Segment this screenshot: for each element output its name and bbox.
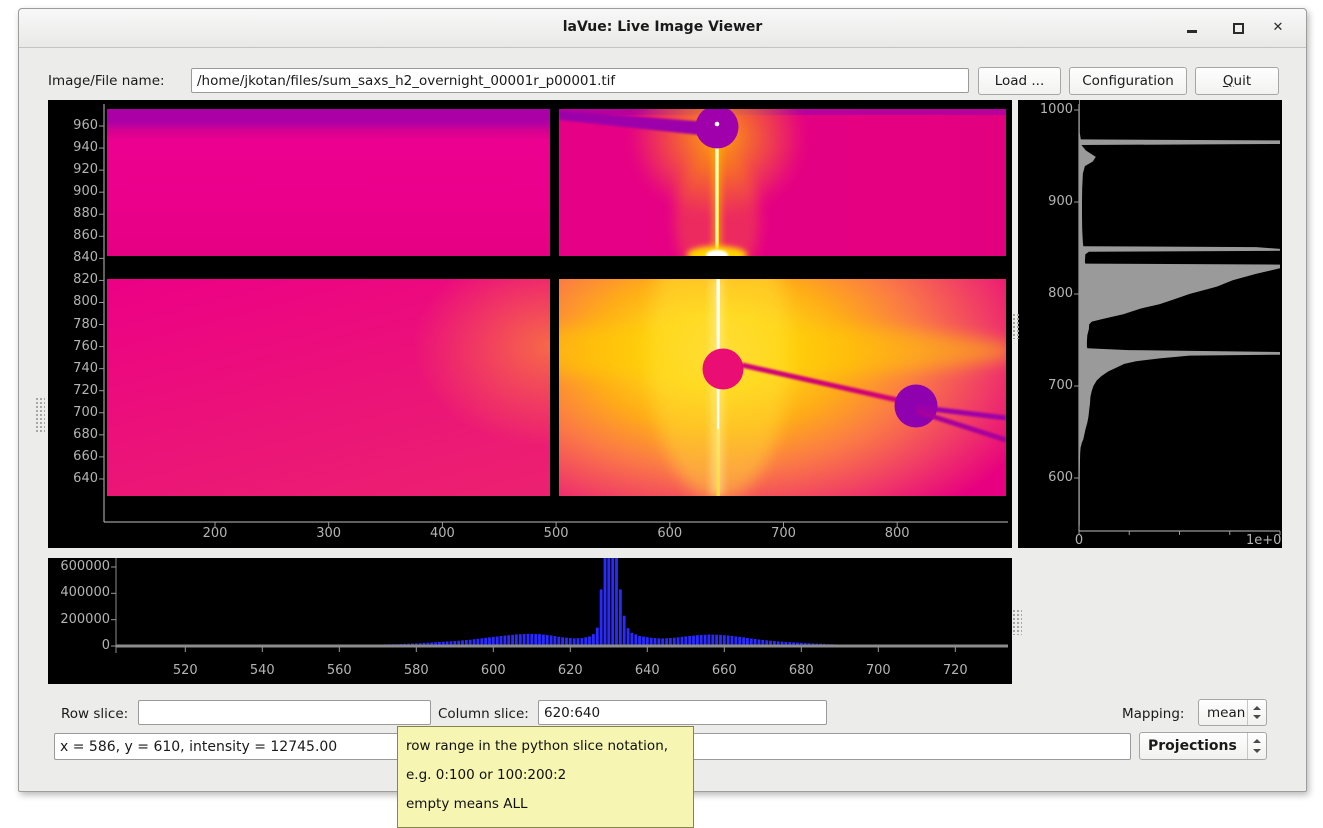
tick-label: 400 [407,526,477,541]
load-button[interactable]: Load ... [978,67,1061,95]
main-image-plot[interactable]: 960 940 920 900 880 860 840 820 800 780 760 740 720 7… [48,100,1012,548]
projections-combobox[interactable]: Projections [1139,732,1267,760]
tick-label: 620 [535,663,605,678]
screenshot-root: { "window": { "title": "laVue: Live Imag… [0,0,1323,813]
projections-label: Projections [1148,733,1237,759]
combo-arrows-icon [1247,700,1266,725]
tick-label: 600 [635,526,705,541]
window-title: laVue: Live Image Viewer [19,19,1306,35]
quit-button[interactable]: Quit [1195,67,1279,95]
tooltip-line: empty means ALL [406,790,685,819]
tick-label: 860 [48,228,98,243]
tick-label: 1e+07 [1246,533,1282,548]
close-icon: ✕ [1265,17,1291,39]
tick-label: 780 [48,317,98,332]
row-slice-input[interactable] [138,700,431,725]
tick-label: 200000 [48,612,110,627]
tick-label: 940 [48,140,98,155]
quit-label-mnemonic: Q [1223,73,1234,89]
tick-label: 600 [458,663,528,678]
tick-label: 900 [48,184,98,199]
tick-label: 520 [150,663,220,678]
tick-label: 400000 [48,585,110,600]
column-slice-input[interactable] [538,700,827,725]
tick-label: 740 [48,361,98,376]
tick-label: 700 [48,405,98,420]
row-slice-label: Row slice: [61,706,128,722]
titlebar: laVue: Live Image Viewer ✕ [19,9,1306,48]
configuration-button[interactable]: Configuration [1069,67,1187,95]
tick-label: 700 [749,526,819,541]
splitter-handle-left[interactable] [35,397,45,433]
tick-label: 660 [689,663,759,678]
column-projection-plot[interactable]: 0 200000 400000 600000 520 540 560 580 600 620 640… [48,558,1012,684]
splitter-handle-main-histogram[interactable] [1012,313,1020,339]
tick-label: 600000 [48,559,110,574]
tick-label: 800 [48,294,98,309]
mapping-label: Mapping: [1122,706,1184,722]
tick-label: 720 [920,663,990,678]
tick-label: 560 [304,663,374,678]
tick-label: 0 [48,638,110,653]
app-window: laVue: Live Image Viewer ✕ Image/File na… [18,8,1307,792]
maximize-button[interactable] [1225,17,1251,39]
tick-label: 840 [48,250,98,265]
file-name-input[interactable] [191,68,969,93]
mapping-combobox[interactable]: mean [1198,699,1267,726]
tick-label: 540 [227,663,297,678]
mapping-value: mean [1207,700,1245,725]
tick-label: 600 [1018,470,1073,485]
column-slice-label: Column slice: [438,706,529,722]
tick-label: 700 [843,663,913,678]
tick-label: 0 [1044,533,1114,548]
tick-label: 680 [48,427,98,442]
tick-label: 1000 [1018,102,1073,117]
tick-label: 960 [48,118,98,133]
tick-label: 580 [381,663,451,678]
tick-label: 640 [612,663,682,678]
minimize-button[interactable] [1179,17,1205,39]
tick-label: 680 [766,663,836,678]
quit-label-rest: uit [1234,73,1252,89]
tick-label: 880 [48,206,98,221]
tooltip-line: row range in the python slice notation, [406,732,685,761]
tick-label: 200 [180,526,250,541]
main-plot-axes [48,100,1012,548]
tick-label: 800 [862,526,932,541]
tick-label: 500 [521,526,591,541]
tick-label: 660 [48,449,98,464]
tick-label: 640 [48,471,98,486]
combo-arrows-icon [1247,733,1266,759]
minimize-icon [1187,30,1197,33]
close-button[interactable]: ✕ [1265,17,1291,39]
tick-label: 820 [48,272,98,287]
file-name-label: Image/File name: [48,73,165,89]
tick-label: 900 [1018,194,1073,209]
tick-label: 800 [1018,286,1073,301]
intensity-histogram-plot[interactable]: 1000 900 800 700 600 0 1e+07 [1018,100,1282,548]
tick-label: 300 [294,526,364,541]
tooltip-line: e.g. 0:100 or 100:200:2 [406,761,685,790]
tick-label: 700 [1018,378,1073,393]
splitter-handle-bottom[interactable] [1012,609,1022,635]
maximize-icon [1233,23,1244,34]
tick-label: 720 [48,383,98,398]
tick-label: 920 [48,162,98,177]
tick-label: 760 [48,339,98,354]
